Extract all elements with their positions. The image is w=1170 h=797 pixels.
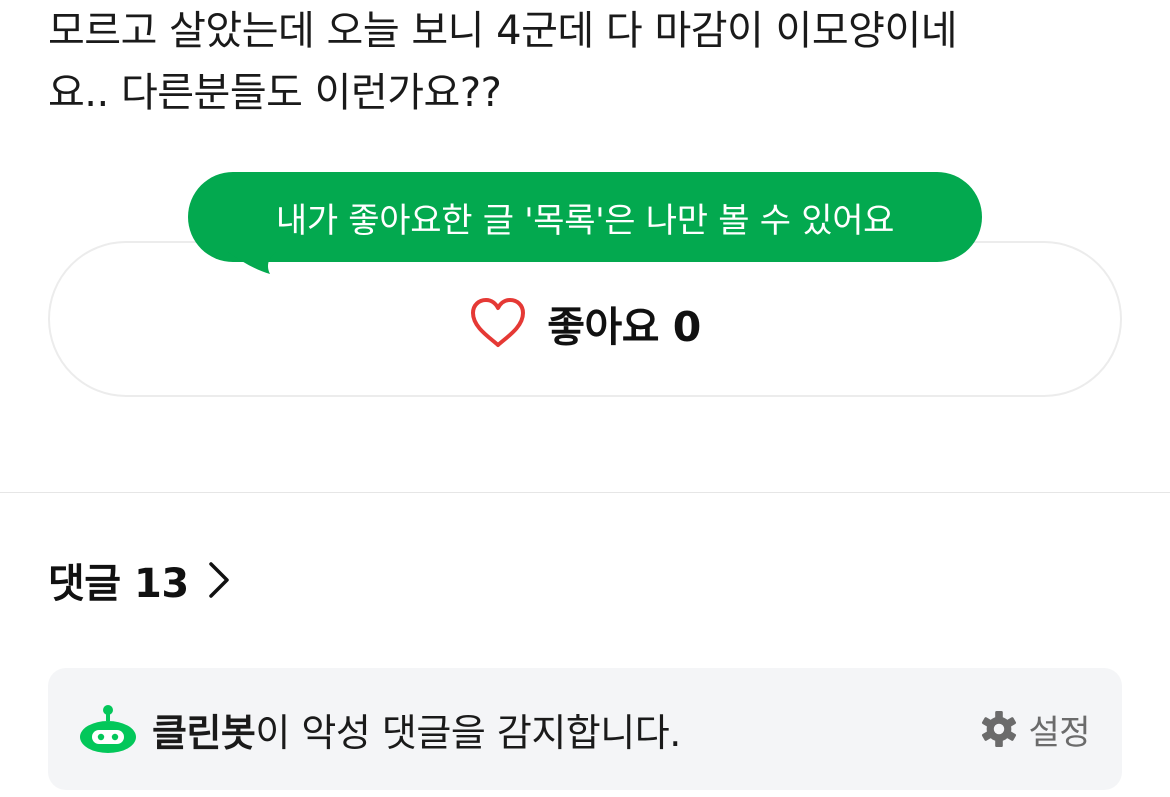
cleanbot-info: 클린봇이 악성 댓글을 감지합니다.	[78, 702, 681, 757]
like-label: 좋아요 0	[547, 293, 702, 353]
chevron-right-icon	[208, 562, 229, 598]
like-count: 0	[672, 303, 702, 351]
comments-link[interactable]: 댓글 13	[48, 548, 231, 612]
tooltip-text: 내가 좋아요한 글 '목록'은 나만 볼 수 있어요	[275, 200, 895, 241]
comments-title: 댓글 13	[48, 551, 189, 609]
post-body-line: 요.. 다른분들도 이런가요??	[48, 70, 502, 116]
like-list-tooltip: 내가 좋아요한 글 '목록'은 나만 볼 수 있어요	[188, 172, 982, 262]
post-body-line: 모르고 살았는데 오늘 보니 4군데 다 마감이 이모양이네	[48, 8, 958, 54]
cleanbot-message: 클린봇이 악성 댓글을 감지합니다.	[152, 702, 681, 757]
gear-icon	[982, 710, 1017, 748]
cleanbot-name: 클린봇	[152, 710, 256, 755]
comments-count: 13	[134, 561, 189, 607]
post-body: 모르고 살았는데 오늘 보니 4군데 다 마감이 이모양이네 요.. 다른분들도…	[48, 0, 1123, 124]
settings-label: 설정	[1028, 712, 1090, 753]
cleanbot-settings-button[interactable]: 설정	[980, 705, 1090, 754]
comments-label: 댓글	[48, 561, 121, 607]
cleanbot-notice: 클린봇이 악성 댓글을 감지합니다. 설정	[48, 668, 1122, 790]
section-divider	[0, 492, 1170, 493]
like-button-area: 좋아요 0	[48, 241, 1122, 397]
like-text: 좋아요	[547, 303, 659, 351]
cleanbot-icon	[80, 705, 136, 753]
tooltip-tail	[228, 252, 276, 274]
cleanbot-message-text: 이 악성 댓글을 감지합니다.	[255, 710, 681, 755]
heart-outline-icon	[471, 298, 526, 347]
like-button[interactable]: 좋아요 0	[469, 293, 702, 353]
